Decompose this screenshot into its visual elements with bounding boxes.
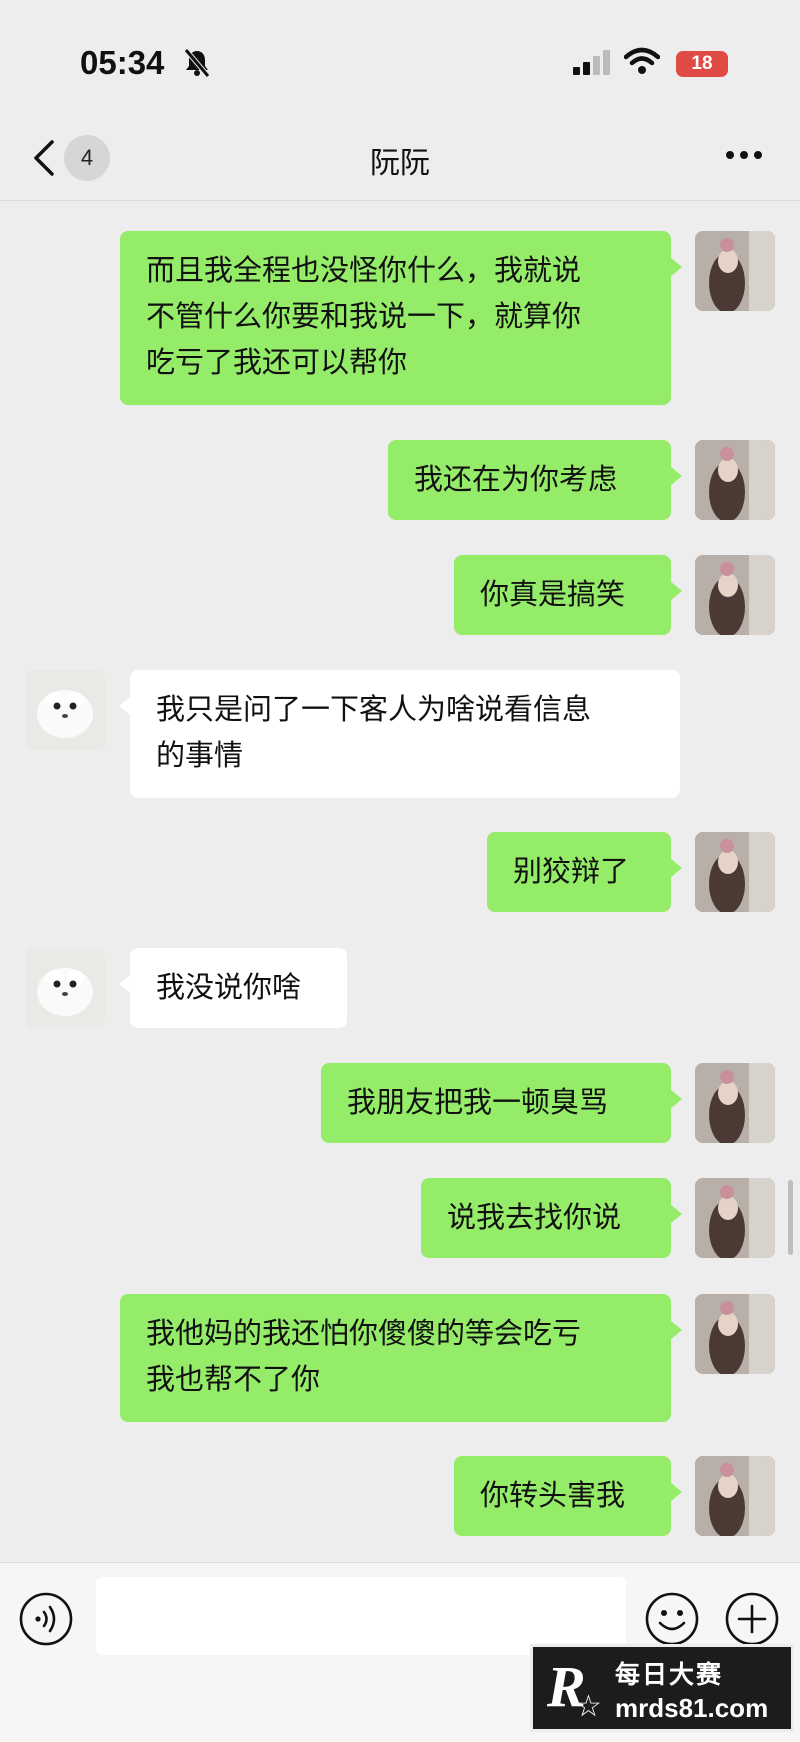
- watermark-logo: R ☆ 每日大赛 mrds81.com: [530, 1644, 794, 1732]
- emoji-icon[interactable]: [644, 1591, 700, 1651]
- plus-icon[interactable]: [724, 1591, 780, 1651]
- chat-title: 阮阮: [370, 146, 430, 181]
- message-list[interactable]: 而且我全程也没怪你什么，我就说 不管什么你要和我说一下，就算你 吃亏了我还可以帮…: [0, 200, 800, 1562]
- star-icon: ☆: [575, 1689, 602, 1724]
- outgoing-message-bubble[interactable]: 我还在为你考虑: [388, 440, 682, 520]
- chat-scrollbar-thumb[interactable]: [788, 1180, 793, 1255]
- self-avatar[interactable]: [695, 832, 775, 912]
- self-avatar[interactable]: [695, 440, 775, 520]
- battery-indicator: 18: [676, 51, 728, 77]
- self-avatar[interactable]: [695, 1456, 775, 1536]
- cellular-signal-icon: [572, 50, 612, 80]
- self-avatar[interactable]: [695, 1063, 775, 1143]
- watermark-url: mrds81.com: [615, 1693, 769, 1723]
- outgoing-message-bubble[interactable]: 我他妈的我还怕你傻傻的等会吃亏 我也帮不了你: [120, 1294, 682, 1422]
- outgoing-message-bubble[interactable]: 我朋友把我一顿臭骂: [321, 1063, 682, 1143]
- incoming-message-bubble[interactable]: 我只是问了一下客人为啥说看信息 的事情: [119, 670, 680, 798]
- incoming-message-bubble[interactable]: 我没说你啥: [119, 948, 347, 1028]
- status-time: 05:34: [80, 44, 165, 81]
- outgoing-message-bubble[interactable]: 说我去找你说: [421, 1178, 682, 1258]
- bell-muted-icon: [184, 48, 210, 82]
- contact-avatar[interactable]: [25, 948, 105, 1028]
- self-avatar[interactable]: [695, 1294, 775, 1374]
- self-avatar[interactable]: [695, 1178, 775, 1258]
- outgoing-message-bubble[interactable]: 你真是搞笑: [454, 555, 682, 635]
- chat-header: 4 阮阮: [0, 120, 800, 201]
- outgoing-message-bubble[interactable]: 你转头害我: [454, 1456, 682, 1536]
- wifi-icon: [623, 46, 661, 80]
- voice-input-icon[interactable]: [18, 1591, 74, 1651]
- watermark-name: 每日大赛: [615, 1660, 724, 1689]
- contact-avatar[interactable]: [25, 670, 105, 750]
- self-avatar[interactable]: [695, 231, 775, 311]
- outgoing-message-bubble[interactable]: 别狡辩了: [487, 832, 682, 912]
- self-avatar[interactable]: [695, 555, 775, 635]
- more-options-icon[interactable]: [724, 146, 764, 165]
- status-bar: 05:34 18: [0, 0, 800, 120]
- outgoing-message-bubble[interactable]: 而且我全程也没怪你什么，我就说 不管什么你要和我说一下，就算你 吃亏了我还可以帮…: [120, 231, 682, 405]
